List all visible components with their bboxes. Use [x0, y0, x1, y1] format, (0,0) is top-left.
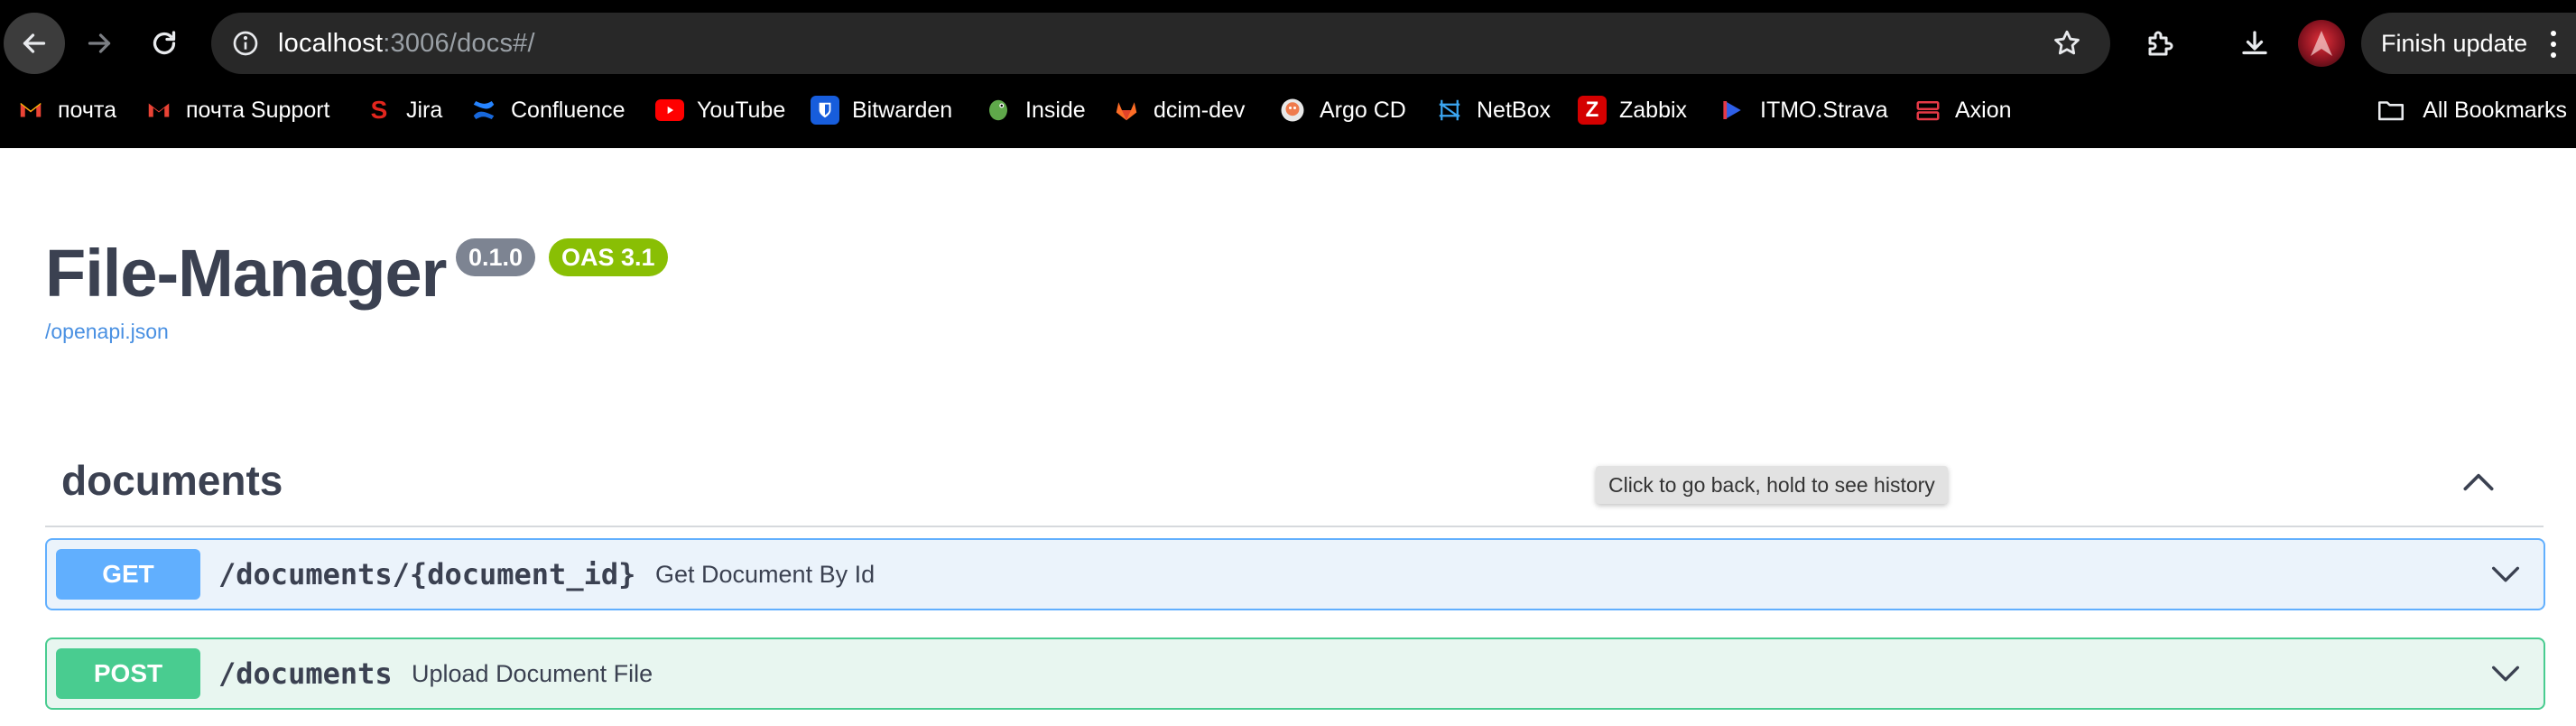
- bookmark-star-icon[interactable]: [2049, 25, 2085, 61]
- bookmark-item[interactable]: почта: [16, 87, 116, 134]
- bookmark-item[interactable]: dcim-dev: [1112, 87, 1245, 134]
- download-icon[interactable]: [2224, 13, 2285, 74]
- bookmark-item[interactable]: NetBox: [1435, 87, 1551, 134]
- tag-divider: [45, 526, 2544, 527]
- bookmark-item[interactable]: ITMO.Strava: [1719, 87, 1888, 134]
- address-bar[interactable]: localhost:3006/docs#/: [211, 13, 2110, 74]
- gitlab-icon: [1112, 96, 1141, 125]
- api-title: File-Manager: [45, 236, 447, 311]
- operation-path: /documents/{document_id}: [218, 557, 636, 591]
- openapi-spec-link[interactable]: /openapi.json: [45, 320, 169, 344]
- reload-button[interactable]: [134, 13, 195, 74]
- chevron-down-icon: [2492, 666, 2519, 682]
- profile-avatar[interactable]: [2298, 20, 2345, 67]
- itmo-icon: [1719, 96, 1747, 125]
- bookmark-item[interactable]: почта Support: [144, 87, 330, 134]
- expand-operation-button[interactable]: [2488, 556, 2524, 592]
- bookmark-item[interactable]: YouTube: [655, 87, 785, 134]
- folder-icon: [2378, 101, 2405, 121]
- reload-icon: [153, 31, 176, 55]
- inside-icon: [984, 96, 1013, 125]
- jira-icon: S: [370, 96, 388, 124]
- version-badge: 0.1.0: [456, 238, 536, 276]
- url-text: localhost:3006/docs#/: [278, 29, 535, 58]
- operation-summary: Upload Document File: [412, 660, 653, 687]
- operation-upload-document[interactable]: POST /documents Upload Document File: [45, 638, 2545, 710]
- bookmark-item[interactable]: Bitwarden: [811, 87, 952, 134]
- bookmarks-bar: почта почта Support S Jira Confluence Yo…: [0, 87, 2576, 134]
- back-button-tooltip: Click to go back, hold to see history: [1596, 466, 1948, 504]
- site-info-icon[interactable]: [227, 25, 264, 61]
- gmail-icon: [16, 96, 45, 125]
- extensions-icon[interactable]: [2130, 13, 2191, 74]
- bookmark-item[interactable]: Inside: [984, 87, 1086, 134]
- argo-icon: [1278, 96, 1307, 125]
- menu-kebab-icon[interactable]: [2549, 31, 2558, 58]
- chevron-up-icon: [2463, 473, 2494, 491]
- collapse-tag-button[interactable]: [2457, 461, 2500, 504]
- bookmark-item[interactable]: Z Zabbix: [1578, 87, 1687, 134]
- http-method-badge: POST: [56, 648, 200, 699]
- finish-update-button[interactable]: Finish update: [2361, 13, 2576, 74]
- arrow-left-icon: [23, 33, 46, 53]
- youtube-icon: [655, 99, 684, 121]
- operation-path: /documents: [218, 656, 393, 691]
- operation-summary: Get Document By Id: [655, 561, 876, 588]
- bookmark-item[interactable]: Argo CD: [1278, 87, 1406, 134]
- back-button[interactable]: [4, 13, 65, 74]
- axion-icon: [1913, 96, 1942, 125]
- netbox-icon: [1435, 96, 1464, 125]
- chevron-down-icon: [2492, 566, 2519, 582]
- forward-button[interactable]: [69, 13, 130, 74]
- http-method-badge: GET: [56, 549, 200, 600]
- browser-chrome: localhost:3006/docs#/ Finish update почт…: [0, 0, 2576, 148]
- bookmark-item[interactable]: S Jira: [365, 87, 443, 134]
- confluence-icon: [469, 96, 498, 125]
- bookmark-item[interactable]: Confluence: [469, 87, 625, 134]
- finish-update-label: Finish update: [2381, 30, 2528, 57]
- bitwarden-icon: [811, 96, 839, 125]
- operation-get-document-by-id[interactable]: GET /documents/{document_id} Get Documen…: [45, 538, 2545, 610]
- zabbix-icon: Z: [1578, 96, 1607, 125]
- tag-section-title[interactable]: documents: [61, 451, 283, 509]
- bookmark-item[interactable]: Axion: [1913, 87, 2012, 134]
- all-bookmarks-button[interactable]: All Bookmarks: [2376, 87, 2567, 134]
- expand-operation-button[interactable]: [2488, 656, 2524, 692]
- arrow-right-icon: [88, 33, 111, 53]
- gmail-icon: [144, 96, 173, 125]
- oas-badge: OAS 3.1: [549, 238, 668, 276]
